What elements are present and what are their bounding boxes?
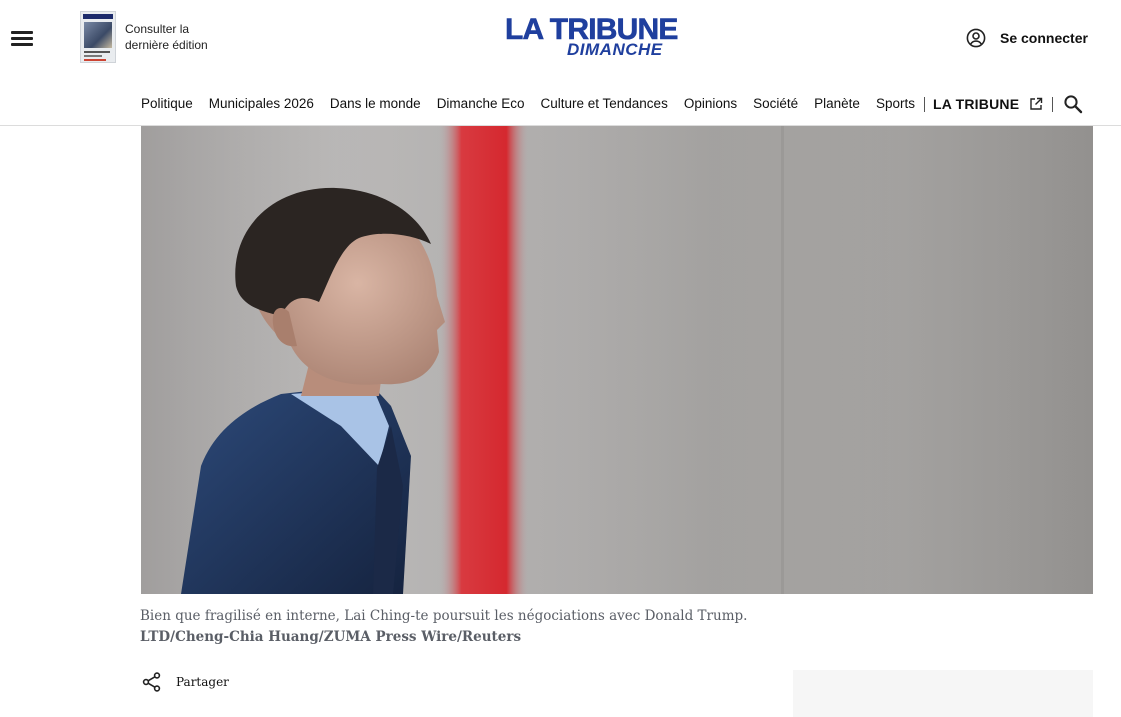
photo-credit: LTD/Cheng-Chia Huang/ZUMA Press Wire/Reu… xyxy=(140,629,522,645)
nav-item-municipales[interactable]: Municipales 2026 xyxy=(209,94,314,114)
nav-item-societe[interactable]: Société xyxy=(753,94,798,114)
main-navigation: Politique Municipales 2026 Dans le monde… xyxy=(141,94,1083,114)
external-link-icon[interactable] xyxy=(1029,97,1043,111)
nav-brand-link[interactable]: LA TRIBUNE xyxy=(933,96,1019,112)
nav-item-opinions[interactable]: Opinions xyxy=(684,94,737,114)
share-icon xyxy=(142,672,161,692)
share-label: Partager xyxy=(176,675,229,689)
latest-edition-link[interactable]: Consulter la dernière édition xyxy=(80,11,225,63)
sidebar-ad-placeholder xyxy=(793,670,1093,717)
edition-label: Consulter la dernière édition xyxy=(125,22,208,52)
user-account-icon xyxy=(966,28,986,48)
login-label: Se connecter xyxy=(1000,30,1088,46)
article-hero-photo[interactable] xyxy=(141,126,1093,594)
nav-item-culture[interactable]: Culture et Tendances xyxy=(540,94,667,114)
nav-item-monde[interactable]: Dans le monde xyxy=(330,94,421,114)
search-icon[interactable] xyxy=(1063,94,1083,114)
nav-item-politique[interactable]: Politique xyxy=(141,94,193,114)
logo-line-sub: DIMANCHE xyxy=(567,40,663,59)
site-header: Consulter la dernière édition LA TRIBUNE… xyxy=(0,0,1121,126)
nav-item-planete[interactable]: Planète xyxy=(814,94,860,114)
share-button[interactable]: Partager xyxy=(141,671,229,693)
nav-item-dimanche-eco[interactable]: Dimanche Eco xyxy=(437,94,525,114)
site-logo[interactable]: LA TRIBUNE DIMANCHE xyxy=(505,13,705,62)
photo-caption: Bien que fragilisé en interne, Lai Ching… xyxy=(140,606,840,648)
caption-text: Bien que fragilisé en interne, Lai Ching… xyxy=(140,608,748,624)
nav-divider xyxy=(1052,96,1054,112)
edition-cover-thumbnail xyxy=(80,11,116,63)
login-button[interactable]: Se connecter xyxy=(966,27,1088,49)
hamburger-menu-icon[interactable] xyxy=(10,28,34,48)
nav-item-sports[interactable]: Sports xyxy=(876,94,915,114)
nav-divider xyxy=(923,96,925,112)
